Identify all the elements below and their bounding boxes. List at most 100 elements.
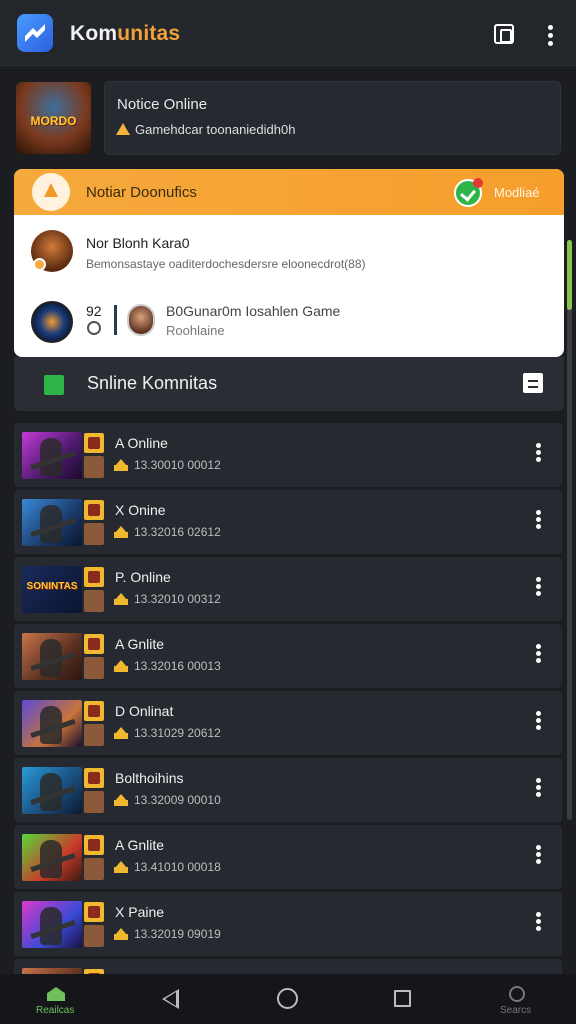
community-thumbnail[interactable] [22, 700, 82, 747]
notification-subtitle: Roohlaine [166, 323, 225, 338]
app-logo-icon[interactable] [17, 14, 53, 52]
nav-search-label[interactable]: Searcs [500, 1005, 531, 1016]
community-thumbnail[interactable] [22, 901, 82, 948]
community-name[interactable]: D Onlinat [115, 703, 173, 719]
community-name[interactable]: X Onine [115, 502, 166, 518]
row-overflow-menu-icon[interactable] [536, 577, 541, 598]
community-name[interactable]: Bolthoihins [115, 770, 184, 786]
app-title-accent: unitas [117, 22, 181, 45]
notifications-action-link[interactable]: Modliaé [494, 185, 540, 200]
back-icon[interactable] [162, 989, 179, 1009]
community-name[interactable]: A Gnlite [115, 636, 164, 652]
community-stat: 13.41010 00018 [134, 860, 221, 874]
row-overflow-menu-icon[interactable] [536, 443, 541, 464]
online-section-title: Snline Komnitas [87, 373, 218, 393]
crown-icon [114, 660, 128, 672]
member-avatar-icon [84, 858, 104, 880]
member-avatar-icon [84, 724, 104, 746]
warning-icon [116, 123, 130, 135]
community-name[interactable]: X Paine [115, 904, 164, 920]
list-menu-icon[interactable] [523, 373, 543, 393]
member-avatar-icon [84, 791, 104, 813]
community-stat: 13.32019 09019 [134, 927, 221, 941]
community-name[interactable]: A Gnlite [115, 837, 164, 853]
member-avatar-icon [84, 657, 104, 679]
avatar[interactable] [31, 230, 73, 272]
row-overflow-menu-icon[interactable] [536, 510, 541, 531]
community-stat: 13.32009 00010 [134, 793, 221, 807]
scrollbar[interactable] [567, 240, 572, 820]
community-row[interactable]: A Gnlite 13.41010 00018 [14, 825, 562, 889]
status-badge [33, 258, 46, 271]
home-icon[interactable] [47, 987, 65, 1001]
crown-icon [114, 928, 128, 940]
rank-badge-icon [84, 768, 104, 788]
row-overflow-menu-icon[interactable] [536, 778, 541, 799]
member-avatar-icon [84, 925, 104, 947]
app-title: Komunitas [70, 22, 180, 46]
clock-icon [87, 321, 101, 335]
crown-icon [114, 861, 128, 873]
row-overflow-menu-icon[interactable] [536, 711, 541, 732]
community-thumbnail[interactable] [22, 432, 82, 479]
row-overflow-menu-icon[interactable] [536, 845, 541, 866]
notice-subtitle: Gamehdcar toonaniedidh0h [135, 122, 296, 137]
notifications-header: Notiar Doonufics Modliaé [14, 169, 564, 215]
member-avatar-icon [84, 523, 104, 545]
notice-game-thumbnail[interactable]: MORDO [16, 82, 91, 154]
nav-home-label[interactable]: Reailcas [36, 1005, 74, 1016]
community-row[interactable]: X Onine 13.32016 02612 [14, 490, 562, 554]
notifications-title: Notiar Doonufics [86, 184, 197, 201]
overflow-menu-icon[interactable] [548, 25, 554, 49]
notification-subtitle: Bemonsastaye oaditerdochesdersre eloonec… [86, 257, 366, 271]
rank-badge-icon [84, 567, 104, 587]
recent-apps-icon[interactable] [394, 990, 411, 1007]
notice-card[interactable]: Notice Online Gamehdcar toonaniedidh0h [104, 81, 561, 155]
notice-title: Notice Online [117, 96, 208, 113]
row-overflow-menu-icon[interactable] [536, 644, 541, 665]
community-row[interactable]: A Gnlite 13.32016 00013 [14, 624, 562, 688]
crown-icon [114, 794, 128, 806]
crown-icon [114, 727, 128, 739]
community-thumbnail[interactable] [22, 767, 82, 814]
bottom-navigation: Reailcas Searcs [0, 974, 576, 1024]
notification-title[interactable]: B0Gunar0m Iosahlen Game [166, 303, 340, 319]
community-stat: 13.31029 20612 [134, 726, 221, 740]
community-name[interactable]: P. Online [115, 569, 171, 585]
community-row[interactable]: D Onlinat 13.31029 20612 [14, 691, 562, 755]
community-thumb-label: SONINTAS [26, 581, 78, 592]
community-thumbnail[interactable] [22, 834, 82, 881]
community-thumbnail[interactable] [22, 633, 82, 680]
notification-title[interactable]: Nor Blonh Kara0 [86, 235, 190, 251]
community-stat: 13.30010 00012 [134, 458, 221, 472]
rank-badge-icon [84, 835, 104, 855]
window-icon[interactable] [494, 24, 514, 44]
notification-count: 92 [86, 303, 102, 319]
rank-badge-icon [84, 500, 104, 520]
home-circle-icon[interactable] [277, 988, 298, 1009]
rank-badge-icon [84, 902, 104, 922]
crown-icon [114, 526, 128, 538]
community-stat: 13.32016 02612 [134, 525, 221, 539]
bell-icon[interactable] [32, 173, 70, 211]
app-bar: Komunitas [0, 0, 576, 66]
search-icon[interactable] [509, 986, 525, 1002]
community-row[interactable]: Bolthoihins 13.32009 00010 [14, 758, 562, 822]
unread-dot-icon [473, 178, 483, 188]
community-thumbnail[interactable]: SONINTAS [22, 566, 82, 613]
community-thumbnail[interactable] [22, 499, 82, 546]
notice-thumb-label: MORDO [30, 114, 77, 128]
online-section-header: Snline Komnitas [14, 357, 564, 411]
community-row[interactable]: SONINTAS P. Online 13.32010 00312 [14, 557, 562, 621]
row-overflow-menu-icon[interactable] [536, 912, 541, 933]
user-avatar[interactable] [127, 304, 155, 336]
divider [114, 305, 117, 335]
rank-badge-icon [84, 433, 104, 453]
community-row[interactable]: A Online 13.30010 00012 [14, 423, 562, 487]
member-avatar-icon [84, 456, 104, 478]
avatar[interactable] [31, 301, 73, 343]
community-stat: 13.32010 00312 [134, 592, 221, 606]
community-row[interactable]: X Paine 13.32019 09019 [14, 892, 562, 956]
rank-badge-icon [84, 701, 104, 721]
community-name[interactable]: A Online [115, 435, 168, 451]
